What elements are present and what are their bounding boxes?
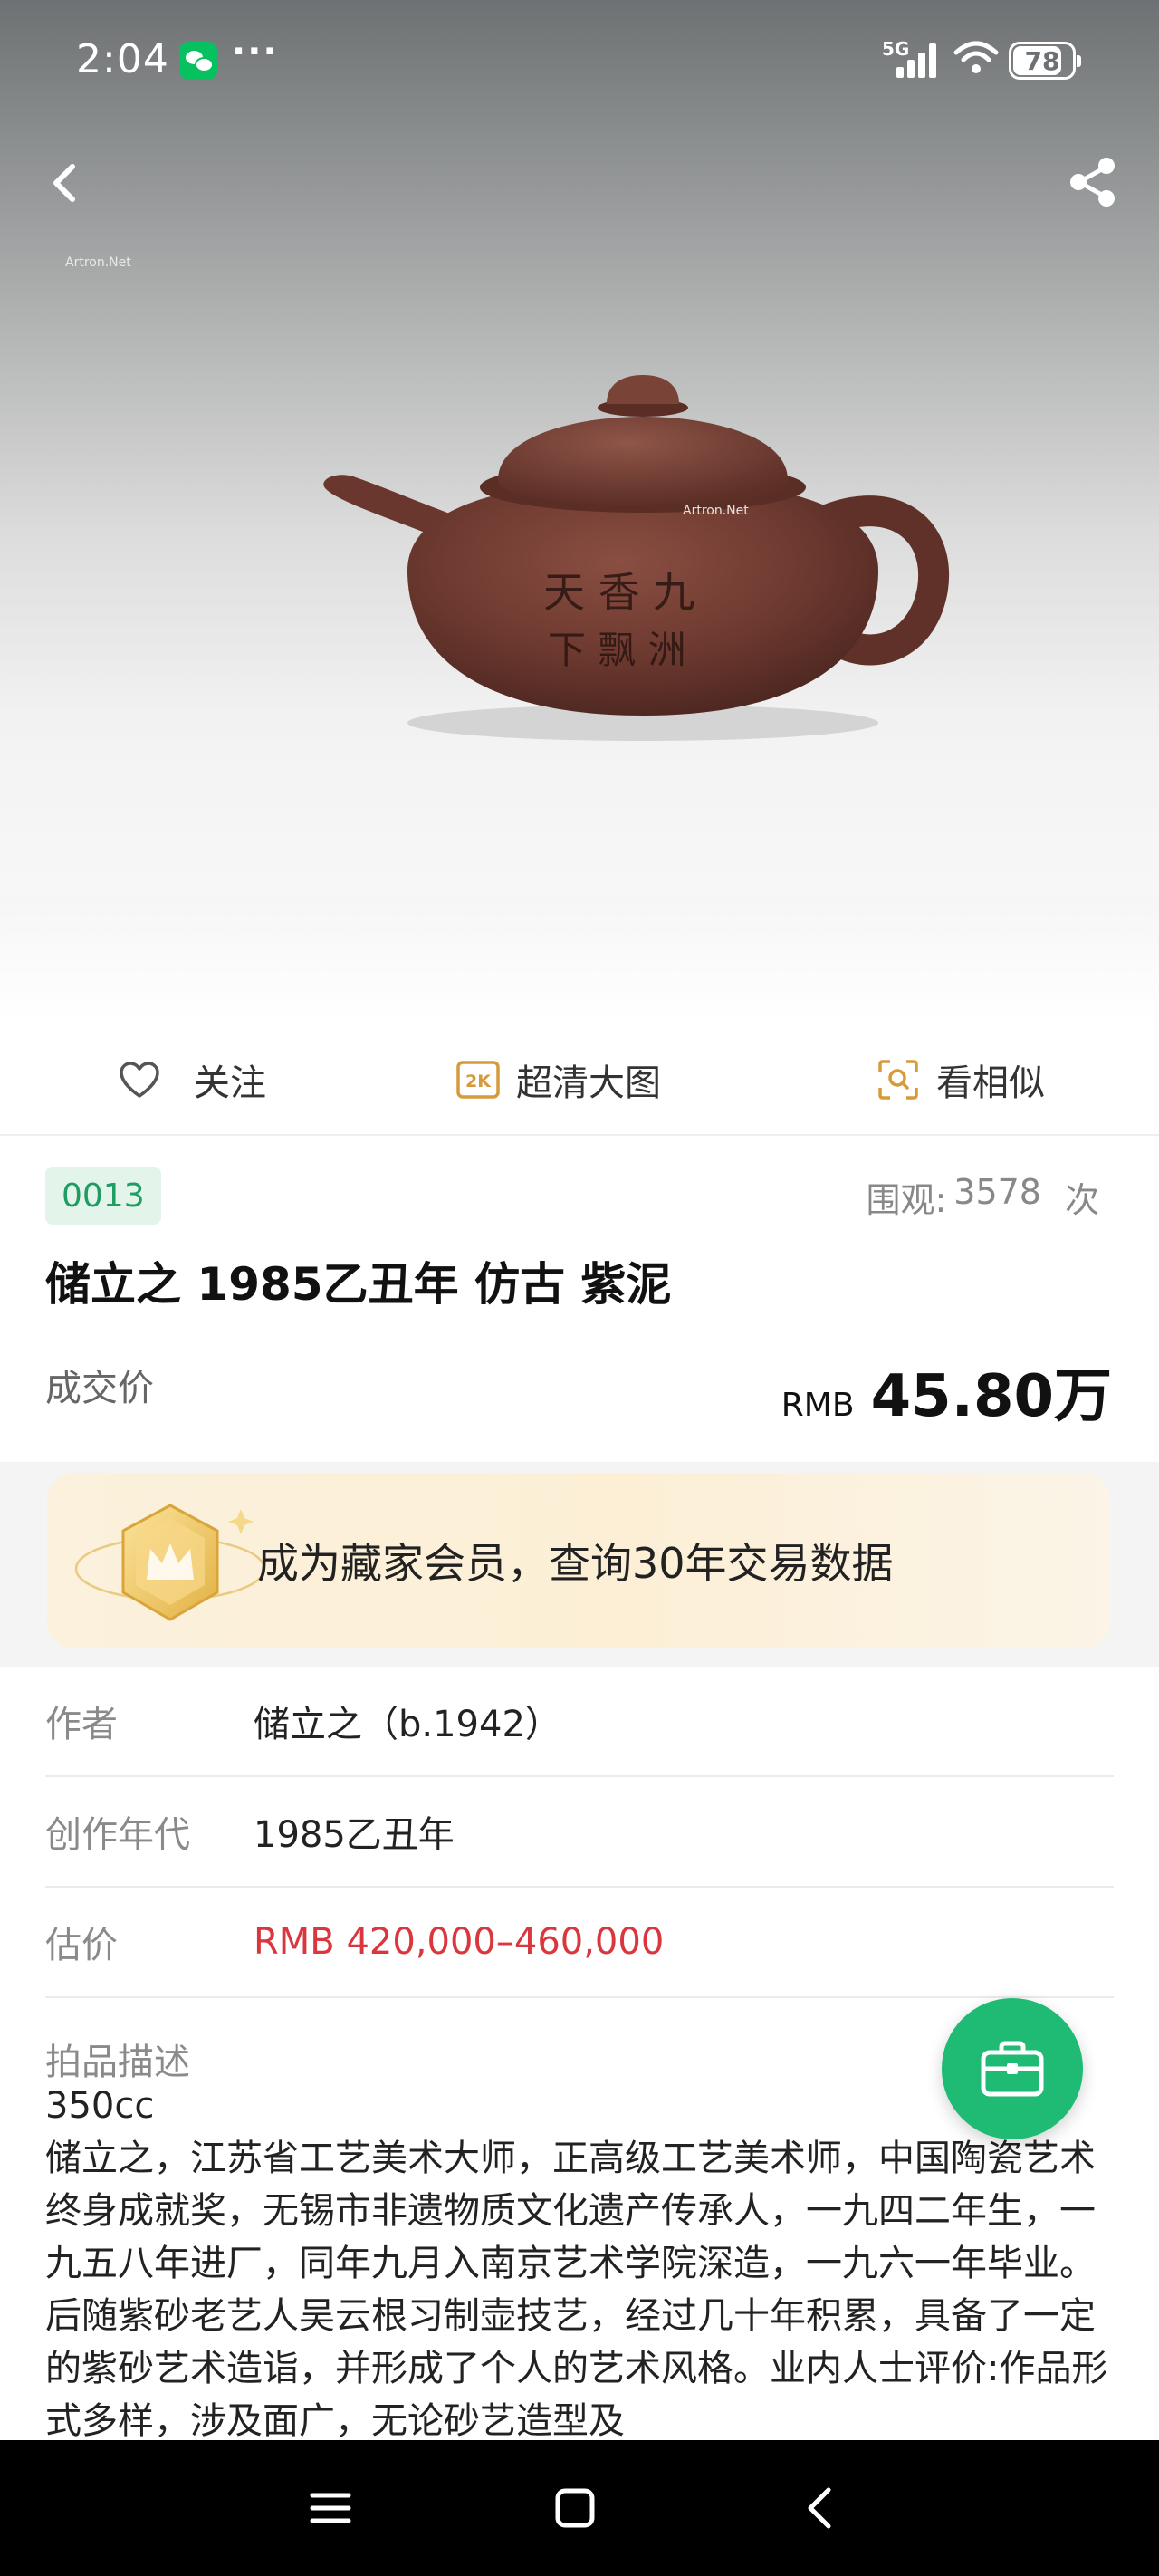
back-icon[interactable] bbox=[38, 156, 92, 210]
status-bar: 2:04 ··· 5G 78 bbox=[0, 0, 1159, 125]
battery-icon: 78 bbox=[1009, 42, 1081, 80]
svg-text:下 飘 洲: 下 飘 洲 bbox=[548, 628, 686, 672]
detail-label: 创作年代 bbox=[45, 1814, 190, 1856]
lot-image[interactable]: 天 香 九 下 飘 洲 Artron.Net Artron.Net bbox=[0, 0, 1159, 1024]
scan-similar-icon bbox=[876, 1058, 920, 1101]
wifi-icon bbox=[953, 41, 999, 73]
price-amount: 45.80万 bbox=[870, 1363, 1112, 1430]
views-value: 3578 bbox=[953, 1172, 1041, 1212]
detail-value[interactable]: 储立之（b.1942） bbox=[254, 1695, 561, 1747]
more-notifications-icon: ··· bbox=[232, 31, 279, 72]
hd-image-button[interactable]: 2K 超清大图 bbox=[456, 1024, 661, 1136]
hd-label: 超清大图 bbox=[516, 1062, 661, 1104]
views-label: 围观: bbox=[866, 1180, 947, 1220]
similar-label: 看相似 bbox=[936, 1062, 1045, 1104]
crown-icon bbox=[74, 1504, 266, 1621]
lot-title: 储立之 1985乙丑年 仿古 紫泥 bbox=[45, 1258, 672, 1311]
nav-back-icon[interactable] bbox=[788, 2476, 851, 2540]
price-currency: RMB bbox=[781, 1387, 855, 1424]
system-nav-bar bbox=[0, 2440, 1159, 2576]
description-label: 拍品描述 bbox=[45, 2042, 190, 2083]
detail-row-year: 创作年代 1985乙丑年 bbox=[45, 1777, 1114, 1888]
member-banner-text: 成为藏家会员，查询30年交易数据 bbox=[257, 1539, 894, 1588]
estimate-value: RMB 420,000–460,000 bbox=[254, 1921, 665, 1963]
image-watermark: Artron.Net bbox=[65, 255, 131, 270]
status-time: 2:04 bbox=[76, 36, 169, 82]
svg-text:天 香 九: 天 香 九 bbox=[543, 568, 694, 617]
lot-info-card: 0013 围观: 3578 次 储立之 1985乙丑年 仿古 紫泥 成交价 RM… bbox=[0, 1138, 1159, 1462]
detail-label: 作者 bbox=[45, 1704, 118, 1745]
member-banner[interactable]: 成为藏家会员，查询30年交易数据 bbox=[47, 1473, 1110, 1648]
detail-row-author: 作者 储立之（b.1942） bbox=[45, 1667, 1114, 1777]
briefcase-icon bbox=[981, 2041, 1044, 2097]
signal-icon bbox=[896, 42, 942, 78]
follow-button[interactable]: 关注 bbox=[118, 1024, 266, 1136]
sale-price: RMB 45.80万 bbox=[781, 1350, 1112, 1433]
follow-label: 关注 bbox=[194, 1062, 266, 1104]
member-banner-section: 成为藏家会员，查询30年交易数据 bbox=[0, 1462, 1159, 1667]
app-root: 天 香 九 下 飘 洲 Artron.Net Artron.Net 2:04 ·… bbox=[0, 0, 1159, 2576]
heart-icon bbox=[118, 1058, 161, 1101]
detail-value: 1985乙丑年 bbox=[254, 1814, 455, 1856]
view-count: 围观: 3578 次 bbox=[866, 1172, 1099, 1222]
hd-icon: 2K bbox=[456, 1058, 500, 1101]
hd-badge-text: 2K bbox=[465, 1072, 492, 1091]
home-icon[interactable] bbox=[543, 2476, 607, 2540]
sale-price-label: 成交价 bbox=[45, 1368, 154, 1409]
action-bar: 关注 2K 超清大图 看相似 bbox=[0, 1024, 1159, 1136]
menu-icon[interactable] bbox=[299, 2476, 362, 2540]
detail-label: 估价 bbox=[45, 1925, 118, 1966]
detail-row-estimate: 估价 RMB 420,000–460,000 bbox=[45, 1888, 1114, 1998]
image-backdrop bbox=[0, 897, 1159, 1024]
briefcase-float-button[interactable] bbox=[942, 1998, 1083, 2139]
teapot-photo: 天 香 九 下 飘 洲 bbox=[323, 375, 950, 741]
battery-level: 78 bbox=[1024, 45, 1060, 76]
image-watermark-center: Artron.Net bbox=[683, 504, 749, 518]
wechat-notification-icon bbox=[179, 42, 217, 80]
description-text: 350cc 储立之，江苏省工艺美术大师，正高级工艺美术师，中国陶瓷艺术终身成就奖… bbox=[45, 2085, 1108, 2442]
views-unit: 次 bbox=[1064, 1180, 1099, 1220]
share-icon[interactable] bbox=[1065, 154, 1121, 210]
similar-button[interactable]: 看相似 bbox=[876, 1024, 1045, 1136]
lot-number-badge: 0013 bbox=[45, 1167, 161, 1225]
